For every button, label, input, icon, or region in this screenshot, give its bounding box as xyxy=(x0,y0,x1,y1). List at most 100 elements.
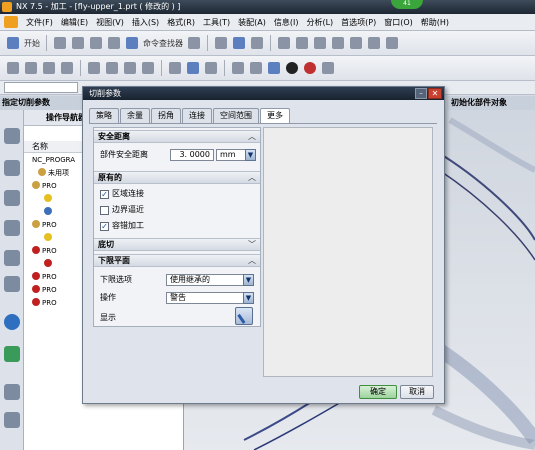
save-icon[interactable] xyxy=(89,35,103,51)
command-finder-icon[interactable] xyxy=(125,35,139,51)
notification-badge[interactable]: 41 xyxy=(391,0,423,9)
section-icon[interactable] xyxy=(321,60,335,76)
render-style-icon[interactable] xyxy=(267,60,281,76)
start-button[interactable]: 开始 xyxy=(24,35,40,51)
web-browser-icon[interactable] xyxy=(4,314,20,330)
ok-button[interactable]: 确定 xyxy=(359,385,397,399)
cancel-button[interactable]: 取消 xyxy=(400,385,434,399)
tolerant-machining-checkbox[interactable]: ✓ xyxy=(100,222,109,231)
system-materials-icon[interactable] xyxy=(4,276,20,292)
operation-select[interactable]: 警告 xyxy=(166,292,244,304)
create-program-icon[interactable] xyxy=(87,60,101,76)
tab-more[interactable]: 更多 xyxy=(260,108,290,124)
boundary-approx-checkbox[interactable] xyxy=(100,206,109,215)
menu-insert[interactable]: 插入(S) xyxy=(128,17,163,28)
menu-file[interactable]: 文件(F) xyxy=(22,17,57,28)
nav-row-operation[interactable] xyxy=(44,193,54,205)
nav-row-program[interactable]: PRO xyxy=(32,284,57,296)
reuse-library-icon[interactable] xyxy=(4,220,20,236)
tab-stock[interactable]: 余量 xyxy=(120,108,150,123)
nav-row-operation[interactable] xyxy=(44,258,54,270)
nav-row-operation[interactable] xyxy=(44,206,54,218)
display-flashlight-icon[interactable] xyxy=(235,307,253,325)
chevron-up-icon[interactable]: ︿ xyxy=(248,255,256,267)
create-geometry-icon[interactable] xyxy=(123,60,137,76)
shape-icon-2[interactable] xyxy=(295,35,309,51)
shape-icon-3[interactable] xyxy=(313,35,327,51)
selection-icon[interactable] xyxy=(187,35,201,51)
unit-select[interactable]: mm xyxy=(216,149,246,161)
tab-connections[interactable]: 连接 xyxy=(182,108,212,123)
menu-analysis[interactable]: 分析(L) xyxy=(302,17,337,28)
display-mode-icon[interactable] xyxy=(285,60,299,76)
filter-icon[interactable] xyxy=(214,35,228,51)
shape-icon-7[interactable] xyxy=(385,35,399,51)
nav-row-operation[interactable] xyxy=(44,232,54,244)
nav-row-program[interactable]: PRO xyxy=(32,245,57,257)
history-icon[interactable] xyxy=(4,250,20,266)
constraint-navigator-icon[interactable] xyxy=(4,160,20,176)
create-method-icon[interactable] xyxy=(141,60,155,76)
geometry-view-icon[interactable] xyxy=(42,60,56,76)
menu-tools[interactable]: 工具(T) xyxy=(199,17,234,28)
nav-row-unused[interactable]: 未用项 xyxy=(38,167,69,179)
new-file-icon[interactable] xyxy=(53,35,67,51)
create-tool-icon[interactable] xyxy=(105,60,119,76)
nav-row-program[interactable]: PRO xyxy=(32,297,57,309)
section-header-lower-limit-plane[interactable]: 下限平面 ︿ xyxy=(94,254,260,267)
shape-icon-4[interactable] xyxy=(331,35,345,51)
tab-strategy[interactable]: 策略 xyxy=(89,108,119,123)
generate-path-icon[interactable] xyxy=(168,60,182,76)
layer-icon[interactable] xyxy=(303,60,317,76)
selection-filter-input[interactable] xyxy=(4,82,78,93)
nav-row-program-root[interactable]: NC_PROGRA xyxy=(32,154,75,166)
shape-icon-5[interactable] xyxy=(349,35,363,51)
shape-icon-1[interactable] xyxy=(277,35,291,51)
nav-row-program[interactable]: PRO xyxy=(32,180,57,192)
undo-icon[interactable] xyxy=(107,35,121,51)
close-button[interactable]: ✕ xyxy=(428,88,442,99)
point-icon[interactable] xyxy=(250,35,264,51)
menu-format[interactable]: 格式(R) xyxy=(163,17,199,28)
method-view-icon[interactable] xyxy=(60,60,74,76)
section-header-original[interactable]: 原有的 ︿ xyxy=(94,171,260,184)
chevron-down-icon[interactable]: ▼ xyxy=(243,274,254,286)
wcs-icon[interactable] xyxy=(249,60,263,76)
section-header-safety-clearance[interactable]: 安全距离 ︿ xyxy=(94,130,260,143)
open-file-icon[interactable] xyxy=(71,35,85,51)
lower-option-select[interactable]: 使用继承的 xyxy=(166,274,244,286)
menu-window[interactable]: 窗口(O) xyxy=(380,17,417,28)
region-connect-checkbox[interactable]: ✓ xyxy=(100,190,109,199)
menu-help[interactable]: 帮助(H) xyxy=(417,17,453,28)
chevron-up-icon[interactable]: ︿ xyxy=(248,131,256,143)
view-orient-icon[interactable] xyxy=(231,60,245,76)
start-icon[interactable] xyxy=(6,35,20,51)
nav-row-program[interactable]: PRO xyxy=(32,219,57,231)
section-header-undercut[interactable]: 底切 ﹀ xyxy=(94,238,260,251)
chevron-down-icon[interactable]: ▼ xyxy=(243,292,254,304)
command-finder-button[interactable]: 命令查找器 xyxy=(143,35,183,51)
chevron-up-icon[interactable]: ︿ xyxy=(248,172,256,184)
tab-corners[interactable]: 拐角 xyxy=(151,108,181,123)
verify-path-icon[interactable] xyxy=(186,60,200,76)
program-view-icon[interactable] xyxy=(6,60,20,76)
part-clearance-input[interactable]: 3. 0000 xyxy=(170,149,214,161)
menu-edit[interactable]: 编辑(E) xyxy=(57,17,92,28)
menu-assembly[interactable]: 装配(A) xyxy=(234,17,270,28)
menu-info[interactable]: 信息(I) xyxy=(270,17,303,28)
assembly-navigator-icon[interactable] xyxy=(4,128,20,144)
menu-view[interactable]: 视图(V) xyxy=(92,17,128,28)
roles-icon[interactable] xyxy=(4,412,20,428)
clock-icon[interactable] xyxy=(4,384,20,400)
machine-view-icon[interactable] xyxy=(24,60,38,76)
shape-icon-6[interactable] xyxy=(367,35,381,51)
snap-icon[interactable] xyxy=(232,35,246,51)
menu-preferences[interactable]: 首选项(P) xyxy=(337,17,380,28)
nav-row-program[interactable]: PRO xyxy=(32,271,57,283)
minimize-button[interactable]: – xyxy=(415,88,427,99)
part-navigator-icon[interactable] xyxy=(4,190,20,206)
postprocess-icon[interactable] xyxy=(204,60,218,76)
chevron-down-icon[interactable]: ﹀ xyxy=(248,239,256,251)
tab-containment[interactable]: 空间范围 xyxy=(213,108,259,123)
chevron-down-icon[interactable]: ▼ xyxy=(245,149,256,161)
